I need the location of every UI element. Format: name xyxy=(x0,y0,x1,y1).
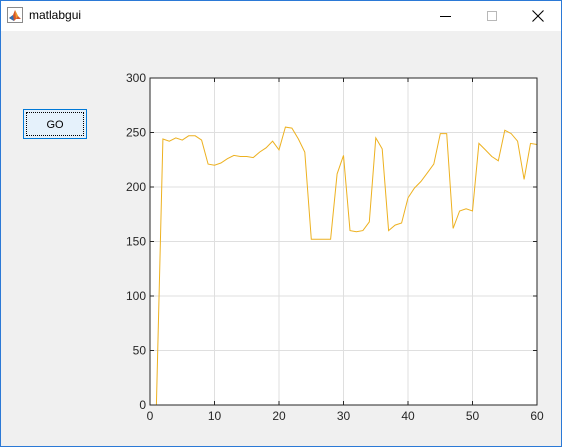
title-bar[interactable]: matlabgui xyxy=(1,1,561,31)
maximize-button[interactable] xyxy=(469,1,515,31)
x-tick-label: 40 xyxy=(401,409,415,423)
close-icon xyxy=(532,10,544,22)
figure-area: GO 0 10 20 30 40 50 60 0 50 100 150 200 250 300 xyxy=(1,31,561,446)
y-tick-label: 250 xyxy=(126,126,146,140)
x-tick-label: 10 xyxy=(208,409,222,423)
x-tick-label: 60 xyxy=(530,409,544,423)
x-tick-label: 20 xyxy=(272,409,286,423)
y-tick-label: 50 xyxy=(133,344,147,358)
y-tick-label: 200 xyxy=(126,180,146,194)
x-tick-label: 50 xyxy=(466,409,480,423)
y-tick-label: 300 xyxy=(126,71,146,85)
x-tick-label: 0 xyxy=(147,409,154,423)
line-chart[interactable]: 0 10 20 30 40 50 60 0 50 100 150 200 250 300 xyxy=(1,31,561,446)
window-title: matlabgui xyxy=(29,8,82,22)
y-tick-label: 100 xyxy=(126,289,146,303)
x-tick-label: 30 xyxy=(337,409,351,423)
minimize-icon xyxy=(440,16,451,17)
maximize-icon xyxy=(487,11,497,21)
app-window: matlabgui GO 0 10 20 30 40 50 60 0 50 100 150 200 25… xyxy=(0,0,562,447)
minimize-button[interactable] xyxy=(423,1,469,31)
y-tick-label: 150 xyxy=(126,235,146,249)
matlab-icon xyxy=(7,7,23,23)
y-tick-label: 0 xyxy=(139,398,146,412)
close-button[interactable] xyxy=(515,1,561,31)
